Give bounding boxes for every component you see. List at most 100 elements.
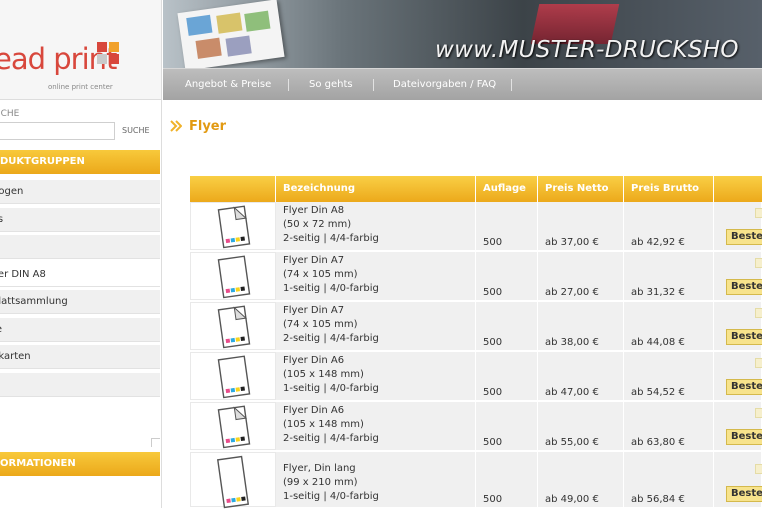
product-description-cell: Flyer Din A6 (105 x 148 mm) 1-seitig | 4/0… (276, 352, 476, 400)
description-line: Flyer, Din lang (283, 463, 356, 474)
flyer-icon (217, 305, 251, 349)
product-description-cell: Flyer Din A7 (74 x 105 mm) 2-seitig | 4/4-… (276, 302, 476, 350)
flyer-icon (217, 205, 251, 249)
select-checkbox[interactable] (755, 208, 762, 218)
description-line: 2-seitig | 4/4-farbig (283, 233, 379, 244)
product-description-cell: Flyer Din A6 (105 x 148 mm) 2-seitig | 4/4… (276, 402, 476, 450)
banner-title: www.MUSTER-DRUCKSHO (435, 37, 739, 63)
auflage-value: 500 (483, 387, 503, 398)
banner-print-image (177, 0, 285, 68)
description-line: 2-seitig | 4/4-farbig (283, 333, 379, 344)
description-line: Flyer Din A7 (283, 255, 345, 266)
header-order-column (714, 176, 762, 202)
description-line: Flyer Din A6 (283, 405, 345, 416)
auflage-value: 500 (483, 237, 503, 248)
auflage-cell: 500 (476, 352, 538, 400)
auflage-cell: 500 (476, 252, 538, 300)
auflage-cell: 500 (476, 202, 538, 250)
netto-value: ab 37,00 € (545, 237, 599, 248)
table-row: Flyer Din A6 (105 x 148 mm) 2-seitig | 4/4… (190, 402, 762, 451)
auflage-value: 500 (483, 337, 503, 348)
description-line: (74 x 105 mm) (283, 319, 358, 330)
logo-mark-icon (97, 42, 119, 64)
description-line: 1-seitig | 4/0-farbig (283, 491, 379, 502)
sidebar-item[interactable] (0, 235, 160, 259)
order-button[interactable]: Beste (726, 279, 762, 295)
sidebar-item-label: ys (0, 214, 3, 225)
description-line: 1-seitig | 4/0-farbig (283, 383, 379, 394)
product-image-cell (190, 452, 276, 509)
sidebar-item[interactable]: blattsammlung (0, 290, 160, 314)
search-label: UCHE (0, 109, 20, 119)
table-row: Flyer Din A6 (105 x 148 mm) 1-seitig | 4/0… (190, 352, 762, 401)
header-preis-netto: Preis Netto (538, 176, 624, 202)
nav-separator (373, 79, 374, 91)
select-checkbox[interactable] (755, 358, 762, 368)
product-image-cell (190, 302, 276, 350)
netto-cell: ab 55,00 € (538, 402, 624, 450)
description-line: 2-seitig | 4/4-farbig (283, 433, 379, 444)
nav-so-gehts[interactable]: So gehts (309, 79, 353, 90)
nav-dateivorgaben-faq[interactable]: Dateivorgaben / FAQ (393, 79, 496, 90)
flyer-icon (217, 255, 251, 299)
auflage-cell: 500 (476, 302, 538, 350)
brutto-value: ab 44,08 € (631, 337, 685, 348)
auflage-value: 500 (483, 437, 503, 448)
brutto-value: ab 56,84 € (631, 494, 685, 505)
sidebar-item-label: nkarten (0, 351, 31, 362)
description-line: (74 x 105 mm) (283, 269, 358, 280)
brutto-cell: ab 63,80 € (624, 402, 714, 450)
order-button[interactable]: Beste (726, 429, 762, 445)
select-checkbox[interactable] (755, 308, 762, 318)
sidebar-item[interactable]: yer DIN A8 (0, 262, 160, 287)
description-line: (99 x 210 mm) (283, 477, 358, 488)
select-checkbox[interactable] (755, 258, 762, 268)
netto-value: ab 47,00 € (545, 387, 599, 398)
select-checkbox[interactable] (755, 408, 762, 418)
sidebar-item[interactable]: ys (0, 207, 160, 232)
description-line: (105 x 148 mm) (283, 369, 364, 380)
brutto-value: ab 31,32 € (631, 287, 685, 298)
sidebar-item[interactable]: te (0, 317, 160, 342)
select-checkbox[interactable] (755, 464, 762, 474)
search-input[interactable] (0, 122, 115, 140)
product-image-cell (190, 202, 276, 250)
sidebar-section-products: DUKTGRUPPEN (0, 150, 160, 174)
netto-value: ab 55,00 € (545, 437, 599, 448)
nav-angebot-preise[interactable]: Angebot & Preise (185, 79, 271, 90)
product-description-cell: Flyer, Din lang (99 x 210 mm) 1-seitig | 4… (276, 452, 476, 507)
sidebar-item[interactable]: nkarten (0, 345, 160, 369)
order-button[interactable]: Beste (726, 229, 762, 245)
sidebar-item[interactable]: bogen (0, 180, 160, 204)
brutto-cell: ab 56,84 € (624, 452, 714, 507)
description-line: 1-seitig | 4/0-farbig (283, 283, 379, 294)
order-button[interactable]: Beste (726, 329, 762, 345)
table-row: Flyer Din A7 (74 x 105 mm) 1-seitig | 4/0-… (190, 252, 762, 301)
product-description-cell: Flyer Din A7 (74 x 105 mm) 1-seitig | 4/0-… (276, 252, 476, 300)
product-description: Flyer Din A6 (105 x 148 mm) 1-seitig | 4/0… (283, 354, 379, 396)
auflage-value: 500 (483, 287, 503, 298)
search-button[interactable]: SUCHE (122, 126, 150, 135)
brutto-cell: ab 44,08 € (624, 302, 714, 350)
order-cell: Beste (714, 352, 762, 400)
auflage-value: 500 (483, 494, 503, 505)
auflage-cell: 500 (476, 402, 538, 450)
sidebar-item-label: yer DIN A8 (0, 268, 46, 280)
netto-value: ab 49,00 € (545, 494, 599, 505)
product-image-cell (190, 402, 276, 450)
sidebar-item-label: te (0, 324, 2, 335)
logo-tagline: online print center (48, 83, 113, 91)
order-button[interactable]: Beste (726, 486, 762, 502)
flyer-icon (217, 355, 251, 399)
description-line: (105 x 148 mm) (283, 419, 364, 430)
order-button[interactable]: Beste (726, 379, 762, 395)
netto-cell: ab 37,00 € (538, 202, 624, 250)
sidebar-item[interactable]: s (0, 372, 160, 397)
sidebar-item-label: bogen (0, 186, 24, 197)
logo-area: ead print online print center (0, 0, 161, 100)
brutto-value: ab 54,52 € (631, 387, 685, 398)
header-preis-brutto: Preis Brutto (624, 176, 714, 202)
description-line: Flyer Din A8 (283, 205, 345, 216)
product-description: Flyer Din A6 (105 x 148 mm) 2-seitig | 4/4… (283, 404, 379, 446)
top-navigation: Angebot & Preise So gehts Dateivorgaben … (163, 68, 762, 100)
